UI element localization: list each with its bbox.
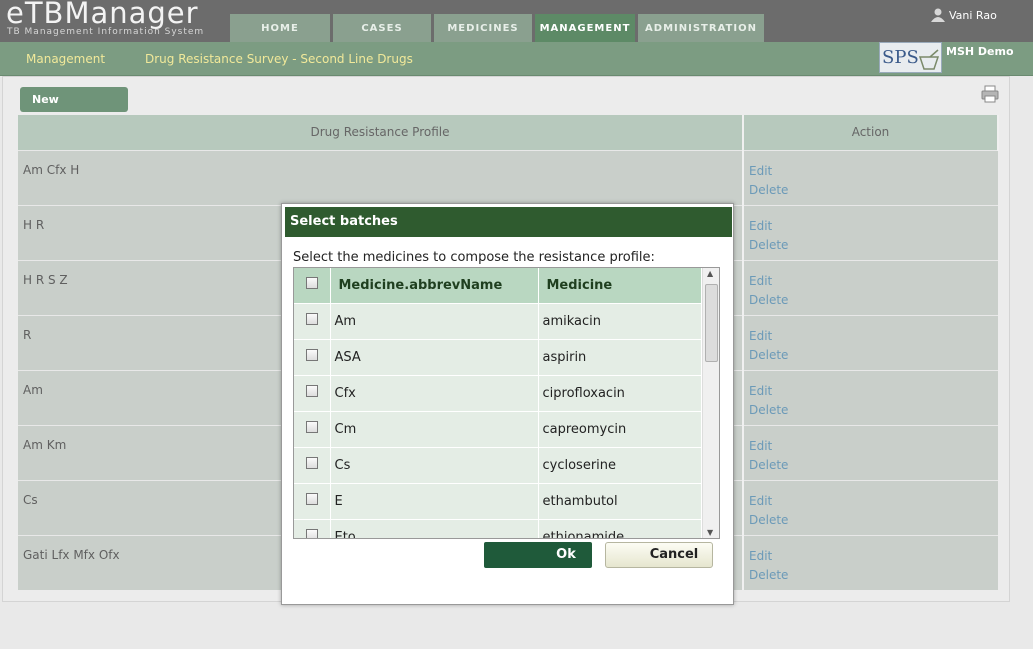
mortar-icon [918, 49, 940, 70]
sps-logo: SPS [879, 42, 942, 73]
edit-link[interactable]: Edit [749, 492, 998, 511]
checkbox-cell [294, 446, 331, 483]
table-row: Am Cfx H Edit Delete [18, 149, 998, 205]
delete-link[interactable]: Delete [749, 566, 998, 585]
cancel-button[interactable]: Cancel [605, 542, 713, 568]
user-icon [931, 8, 945, 22]
medicine-name-cell: ethambutol [538, 482, 702, 519]
scroll-down-icon[interactable]: ▼ [707, 528, 713, 537]
medicine-name-cell: capreomycin [538, 410, 702, 447]
dialog-title: Select batches [285, 207, 732, 237]
column-header-abbrev: Medicine.abbrevName [330, 268, 539, 303]
action-cell: Edit Delete [742, 479, 998, 535]
checkbox-cell [294, 374, 331, 411]
medicine-row[interactable]: ASA aspirin [294, 338, 702, 375]
action-cell: Edit Delete [742, 369, 998, 425]
column-header-profile[interactable]: Drug Resistance Profile [18, 115, 744, 150]
medicine-row[interactable]: Cm capreomycin [294, 410, 702, 447]
action-cell: Edit Delete [742, 424, 998, 480]
app-subtitle: TB Management Information System [7, 27, 205, 37]
delete-link[interactable]: Delete [749, 181, 998, 200]
medicine-checkbox[interactable] [306, 313, 318, 325]
abbrev-cell: Cm [330, 410, 539, 447]
medicine-name-cell: ciprofloxacin [538, 374, 702, 411]
edit-link[interactable]: Edit [749, 547, 998, 566]
medicine-name-cell: aspirin [538, 338, 702, 375]
abbrev-cell: ASA [330, 338, 539, 375]
delete-link[interactable]: Delete [749, 456, 998, 475]
main-tabs: HOME CASES MEDICINES MANAGEMENT ADMINIST… [230, 14, 767, 42]
user-menu[interactable]: Vani Rao [931, 8, 997, 22]
medicine-row[interactable]: Eto ethionamide [294, 518, 702, 538]
edit-link[interactable]: Edit [749, 162, 998, 181]
medicine-row[interactable]: Cfx ciprofloxacin [294, 374, 702, 411]
edit-link[interactable]: Edit [749, 217, 998, 236]
action-cell: Edit Delete [742, 204, 998, 260]
top-bar: eTBManager TB Management Information Sys… [0, 0, 1033, 42]
medicine-checkbox[interactable] [306, 385, 318, 397]
checkbox-cell [294, 482, 331, 519]
action-cell: Edit Delete [742, 534, 998, 590]
breadcrumb-page: Drug Resistance Survey - Second Line Dru… [145, 52, 413, 66]
tab-cases[interactable]: CASES [333, 14, 431, 42]
delete-link[interactable]: Delete [749, 236, 998, 255]
edit-link[interactable]: Edit [749, 327, 998, 346]
abbrev-cell: Am [330, 302, 539, 339]
abbrev-cell: Cfx [330, 374, 539, 411]
abbrev-cell: Eto [330, 518, 539, 538]
checkbox-cell [294, 518, 331, 538]
scroll-up-icon[interactable]: ▲ [707, 269, 713, 278]
medicine-name-cell: ethionamide [538, 518, 702, 538]
user-name: Vani Rao [949, 8, 997, 22]
medicine-row[interactable]: Am amikacin [294, 302, 702, 339]
delete-link[interactable]: Delete [749, 511, 998, 530]
medicine-name-cell: amikacin [538, 302, 702, 339]
select-all-checkbox[interactable] [306, 277, 318, 290]
checkbox-cell [294, 338, 331, 375]
medicine-checkbox[interactable] [306, 349, 318, 361]
medicine-row[interactable]: Eethambutol [294, 482, 702, 519]
print-icon[interactable] [980, 85, 1000, 103]
tab-management[interactable]: MANAGEMENT [535, 14, 635, 42]
edit-link[interactable]: Edit [749, 382, 998, 401]
scroll-thumb[interactable] [705, 284, 718, 362]
profile-cell: Am Cfx H [18, 149, 743, 205]
medicine-list[interactable]: Medicine.abbrevName Medicine Am amikacin A… [293, 267, 720, 539]
delete-link[interactable]: Delete [749, 346, 998, 365]
list-scrollbar[interactable]: ▲ ▼ [702, 268, 719, 538]
medicine-checkbox[interactable] [306, 529, 318, 538]
tab-medicines[interactable]: MEDICINES [434, 14, 532, 42]
edit-link[interactable]: Edit [749, 437, 998, 456]
delete-link[interactable]: Delete [749, 401, 998, 420]
action-cell: Edit Delete [742, 149, 998, 205]
medicine-checkbox[interactable] [306, 421, 318, 433]
ok-button[interactable]: Ok [484, 542, 592, 568]
dialog-instruction: Select the medicines to compose the resi… [293, 250, 655, 265]
tab-home[interactable]: HOME [230, 14, 330, 42]
medicine-checkbox[interactable] [306, 493, 318, 505]
delete-link[interactable]: Delete [749, 291, 998, 310]
abbrev-cell: Cs [330, 446, 539, 483]
medicine-checkbox[interactable] [306, 457, 318, 469]
breadcrumb-management[interactable]: Management [26, 52, 105, 66]
select-all-cell [294, 268, 331, 303]
workspace-name: MSH Demo [946, 45, 1014, 58]
checkbox-cell [294, 410, 331, 447]
medicine-row[interactable]: Cs cycloserine [294, 446, 702, 483]
column-header-action: Action [743, 115, 999, 150]
tab-administration[interactable]: ADMINISTRATION [638, 14, 764, 42]
edit-link[interactable]: Edit [749, 272, 998, 291]
action-cell: Edit Delete [742, 314, 998, 370]
new-button[interactable]: New [20, 87, 128, 112]
medicine-name-cell: cycloserine [538, 446, 702, 483]
checkbox-cell [294, 302, 331, 339]
abbrev-cell: E [330, 482, 539, 519]
action-cell: Edit Delete [742, 259, 998, 315]
app-logo[interactable]: eTBManager [6, 0, 199, 30]
column-header-medicine: Medicine [538, 268, 702, 303]
